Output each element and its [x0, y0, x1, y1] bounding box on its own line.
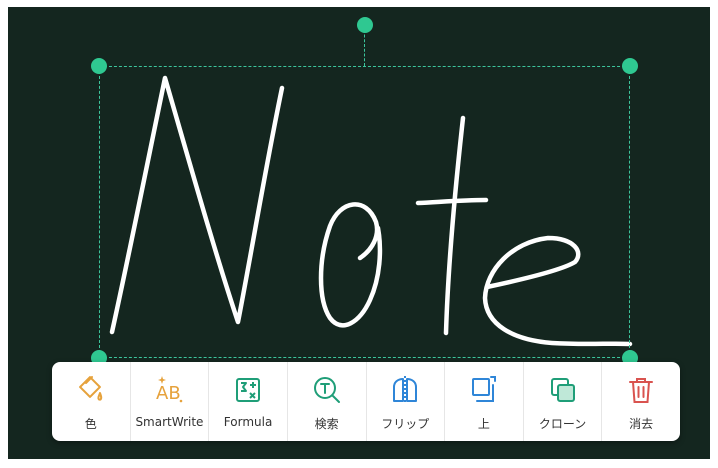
- bring-to-front-button[interactable]: 上: [445, 362, 524, 441]
- flip-label: フリップ: [381, 417, 430, 431]
- trash-icon: [629, 378, 654, 403]
- formula-button[interactable]: Formula: [209, 362, 288, 441]
- search-button[interactable]: 検索: [288, 362, 367, 441]
- search-label: 検索: [314, 417, 339, 431]
- svg-text:AB: AB: [156, 383, 181, 404]
- clone-label: クローン: [538, 417, 587, 431]
- clone-button[interactable]: クローン: [524, 362, 603, 441]
- selection-box: [99, 66, 630, 358]
- bring-to-front-label: 上: [477, 417, 490, 431]
- resize-handle-top-right[interactable]: [622, 58, 638, 74]
- bring-to-front-icon: [471, 376, 496, 402]
- context-toolbar: 色 AB SmartWrite Formula 検索 フリップ 上 クローン 消…: [52, 362, 680, 441]
- resize-handle-top-left[interactable]: [91, 58, 107, 74]
- smartwrite-icon: AB: [156, 376, 183, 404]
- color-button[interactable]: 色: [52, 362, 131, 441]
- smartwrite-button[interactable]: AB SmartWrite: [131, 362, 210, 441]
- search-icon: [313, 377, 340, 403]
- delete-label: 消去: [629, 417, 654, 431]
- clone-icon: [550, 378, 575, 402]
- color-label: 色: [84, 417, 97, 431]
- flip-icon: [393, 376, 418, 404]
- smartwrite-label: SmartWrite: [135, 415, 204, 429]
- rotate-handle[interactable]: [357, 17, 373, 33]
- formula-icon: [236, 378, 261, 402]
- delete-button[interactable]: 消去: [602, 362, 680, 441]
- flip-button[interactable]: フリップ: [367, 362, 446, 441]
- formula-label: Formula: [223, 415, 273, 429]
- paint-bucket-icon: [78, 376, 103, 401]
